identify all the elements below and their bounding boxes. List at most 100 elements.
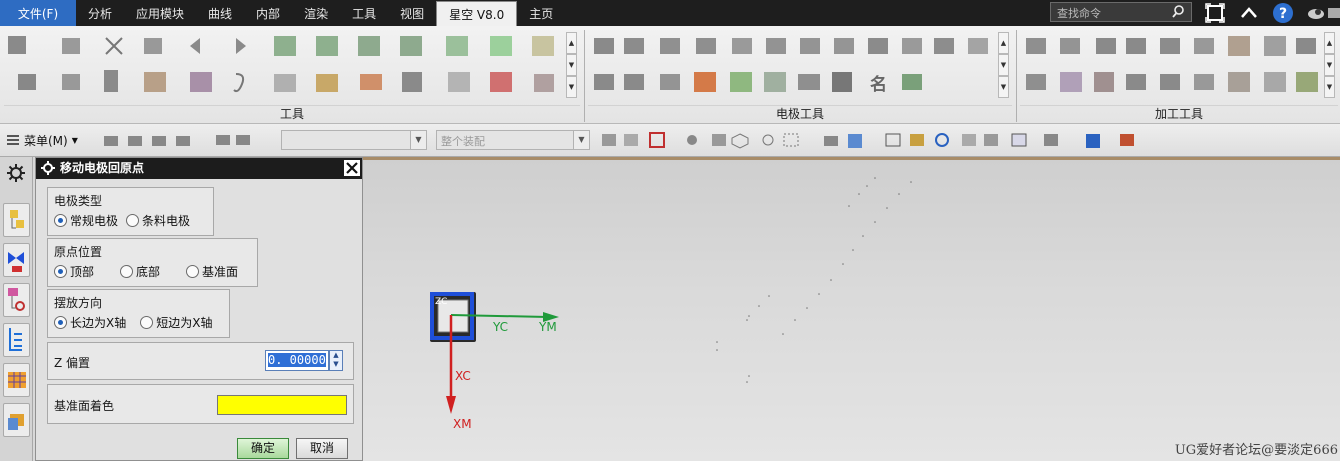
- electrode-model[interactable]: ZC: [430, 292, 476, 342]
- menu-internal[interactable]: 内部: [244, 0, 292, 26]
- xm-axis-label: XM: [453, 417, 472, 431]
- radio-label: 底部: [136, 265, 161, 279]
- viewport-scene: ZC YC YM XC XM: [430, 177, 912, 431]
- radio-option-short-edge-x[interactable]: 短边为X轴: [140, 314, 212, 331]
- hd3d-tools-tab[interactable]: [3, 363, 30, 397]
- collapse-ribbon-icon[interactable]: [1238, 2, 1260, 24]
- close-icon[interactable]: [344, 160, 360, 176]
- dialog-title[interactable]: 移动电极回原点: [36, 158, 362, 179]
- machining-icons-row2: [1026, 72, 1318, 92]
- ribbon-scroll-down[interactable]: ▼: [566, 54, 577, 76]
- menu-tools[interactable]: 工具: [340, 0, 388, 26]
- radio-option-top[interactable]: 顶部: [54, 263, 94, 280]
- z-offset-label: Z 偏置: [54, 356, 91, 370]
- file-menu[interactable]: 文件(F): [0, 0, 76, 26]
- fullscreen-icon[interactable]: [1204, 2, 1226, 24]
- chevron-down-icon: ▼: [573, 131, 589, 149]
- electrode-scroll-up[interactable]: ▲: [998, 32, 1009, 54]
- electrode-type-section: 电极类型 常规电极 条料电极: [47, 187, 214, 236]
- tools-icons-row1: [8, 36, 554, 56]
- radio-option-datum-face[interactable]: 基准面: [186, 263, 238, 280]
- radio-option-strip-electrode[interactable]: 条料电极: [126, 212, 190, 229]
- user-icon[interactable]: [1306, 2, 1340, 24]
- menu-view[interactable]: 视图: [388, 0, 436, 26]
- ribbon-separator: [1016, 30, 1017, 122]
- spin-up-icon[interactable]: ▲: [330, 351, 342, 360]
- forum-watermark: UG爱好者论坛@要淡定666: [1174, 443, 1338, 458]
- ribbon-scroll-up[interactable]: ▲: [566, 32, 577, 54]
- type-filter-combo[interactable]: ▼: [281, 130, 427, 150]
- assembly-navigator-tab[interactable]: [3, 203, 30, 237]
- z-offset-spinner[interactable]: ▲ ▼: [329, 350, 343, 371]
- ribbon-group-electrode-tools: 名 ▲ ▼ ▼ 电极工具: [588, 30, 1012, 122]
- type-filter-icons[interactable]: [214, 132, 258, 149]
- section-title: 原点位置: [54, 245, 103, 259]
- menu-analysis[interactable]: 分析: [76, 0, 124, 26]
- hd3d-tools-icon: [8, 372, 26, 388]
- dialog-gear-icon[interactable]: [40, 160, 56, 176]
- radio-button[interactable]: [140, 316, 154, 329]
- radio-group: 常规电极 条料电极: [54, 212, 198, 229]
- radio-option-bottom[interactable]: 底部: [120, 263, 160, 280]
- radio-button[interactable]: [120, 265, 134, 278]
- z-offset-section: Z 偏置 0. 00000 ▲ ▼: [47, 342, 354, 380]
- datum-color-swatch[interactable]: [217, 395, 347, 415]
- reuse-library-tab[interactable]: [3, 323, 30, 357]
- machining-tools-icon-grid[interactable]: [1020, 30, 1326, 100]
- electrode-more[interactable]: ▼: [998, 76, 1009, 98]
- radio-label: 长边为X轴: [70, 316, 127, 330]
- electrode-tools-icon-grid[interactable]: 名: [588, 30, 998, 100]
- main-menu-button[interactable]: 菜单(M) ▼: [6, 130, 78, 150]
- radio-button[interactable]: [126, 214, 140, 227]
- snap-tools-icons[interactable]: [602, 132, 872, 149]
- radio-button[interactable]: [54, 316, 67, 329]
- web-browser-icon: [8, 414, 24, 430]
- radio-button[interactable]: [54, 214, 67, 227]
- radio-button[interactable]: [54, 265, 67, 278]
- origin-position-section: 原点位置 顶部 底部 基准面: [47, 238, 258, 287]
- menu-application[interactable]: 应用模块: [124, 0, 196, 26]
- machining-more[interactable]: ▼: [1324, 76, 1335, 98]
- search-icon[interactable]: [1172, 4, 1188, 20]
- electrode-icons-row2: [594, 72, 852, 92]
- ribbon-group-label-tools: 工具: [4, 105, 580, 122]
- tools-icons-row2: [18, 70, 554, 93]
- graphics-viewport[interactable]: ZC YC YM XC XM UG爱好者论坛@要淡定666: [363, 157, 1340, 461]
- ribbon-group-label-electrode-tools: 电极工具: [588, 105, 1012, 122]
- machining-scroll-up[interactable]: ▲: [1324, 32, 1335, 54]
- secondary-toolbar: 菜单(M) ▼ ▼ 整个装配 ▼: [0, 124, 1340, 157]
- svg-text:?: ?: [1279, 6, 1287, 22]
- reuse-library-icon: [9, 328, 22, 351]
- main-menu-label: 菜单(M): [24, 133, 68, 148]
- radio-option-normal-electrode[interactable]: 常规电极: [54, 212, 118, 229]
- section-title: 电极类型: [54, 194, 103, 208]
- electrode-scroll-down[interactable]: ▼: [998, 54, 1009, 76]
- radio-button[interactable]: [186, 265, 200, 278]
- ribbon-group-machining-tools: ▲ ▼ ▼ 加工工具: [1020, 30, 1338, 122]
- radio-option-long-edge-x[interactable]: 长边为X轴: [54, 314, 126, 331]
- z-offset-input[interactable]: 0. 00000: [265, 350, 329, 371]
- tools-icon-grid[interactable]: [4, 30, 572, 100]
- scope-filter-combo[interactable]: 整个装配 ▼: [436, 130, 590, 150]
- radio-label: 顶部: [70, 265, 95, 279]
- constraint-navigator-tab[interactable]: [3, 243, 30, 277]
- selection-filter-icons[interactable]: [100, 132, 200, 149]
- settings-gear-icon[interactable]: [6, 163, 26, 183]
- menu-xingkong[interactable]: 星空 V8.0: [436, 1, 518, 26]
- view-tools-icons[interactable]: [884, 132, 1154, 149]
- web-browser-tab[interactable]: [3, 403, 30, 437]
- menu-curve[interactable]: 曲线: [196, 0, 244, 26]
- cancel-button[interactable]: 取消: [296, 438, 348, 459]
- spin-down-icon[interactable]: ▼: [330, 360, 342, 369]
- part-navigator-tab[interactable]: [3, 283, 30, 317]
- menu-render[interactable]: 渲染: [292, 0, 340, 26]
- help-icon[interactable]: ?: [1272, 2, 1294, 24]
- datum-color-section: 基准面着色: [47, 384, 354, 424]
- menu-home[interactable]: 主页: [517, 0, 565, 26]
- ribbon: ▲ ▼ ▼ 工具 名 ▲ ▼ ▼ 电极工具 ▲ ▼ ▼ 加工工具: [0, 26, 1340, 124]
- command-search-input[interactable]: 查找命令: [1050, 2, 1192, 22]
- ribbon-more[interactable]: ▼: [566, 76, 577, 98]
- ok-button[interactable]: 确定: [237, 438, 289, 459]
- part-navigator-icon: [8, 288, 25, 311]
- machining-scroll-down[interactable]: ▼: [1324, 54, 1335, 76]
